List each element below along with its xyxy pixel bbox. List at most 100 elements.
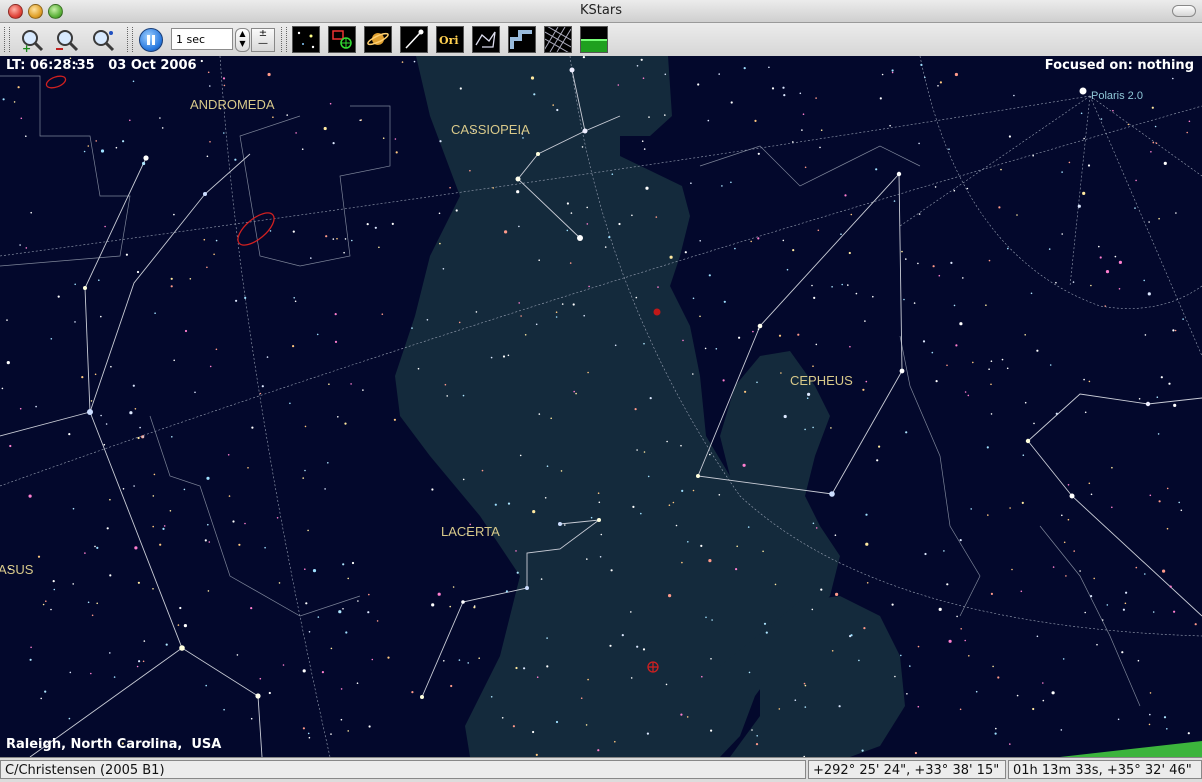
star [704, 347, 707, 350]
star[interactable] [536, 152, 540, 156]
star [799, 92, 802, 95]
star[interactable] [515, 176, 521, 182]
star [582, 56, 586, 59]
star [922, 340, 926, 343]
find-object-button[interactable] [88, 25, 118, 54]
time-step-field[interactable]: 1 sec [171, 28, 233, 50]
star[interactable] [597, 518, 601, 522]
polaris-star[interactable] [1079, 87, 1087, 95]
star [1068, 161, 1071, 164]
star [723, 300, 726, 303]
star [692, 297, 695, 300]
star [109, 574, 112, 577]
star [1155, 142, 1158, 144]
star [1009, 743, 1011, 745]
toggle-constellation-lines-button[interactable] [472, 26, 500, 53]
toolbar-grip[interactable] [4, 27, 10, 52]
star [560, 470, 563, 472]
star [768, 66, 770, 69]
star[interactable] [757, 323, 763, 329]
star[interactable] [87, 409, 93, 415]
star [765, 631, 768, 634]
star[interactable] [255, 693, 261, 699]
zoom-in-button[interactable]: + [17, 25, 47, 54]
star [1152, 141, 1155, 144]
sky-map[interactable]: ANDROMEDA CASSIOPEIA CEPHEUS LACERTA ASU… [0, 56, 1202, 757]
star[interactable] [179, 645, 185, 651]
toolbar-toggle-button[interactable] [1172, 5, 1196, 17]
star [640, 58, 643, 61]
star [1111, 466, 1113, 469]
star [50, 608, 52, 611]
toolbar-grip[interactable] [127, 27, 133, 52]
star [636, 65, 639, 67]
star [710, 729, 713, 732]
star [236, 654, 239, 656]
toggle-stars-button[interactable] [292, 26, 320, 53]
star[interactable] [558, 522, 562, 526]
galaxy-marker[interactable] [45, 74, 67, 90]
star [862, 388, 865, 391]
toggle-solar-system-button[interactable] [364, 26, 392, 53]
star [755, 743, 759, 746]
star[interactable] [1025, 438, 1031, 444]
planet-marker[interactable] [653, 308, 661, 316]
star [184, 329, 188, 333]
toggle-comets-button[interactable] [400, 26, 428, 53]
star[interactable] [577, 235, 583, 241]
star[interactable] [569, 67, 575, 73]
star[interactable] [899, 368, 905, 374]
star [68, 433, 71, 436]
toggle-constellation-boundaries-button[interactable] [508, 26, 536, 53]
star [30, 646, 32, 649]
star [459, 87, 462, 90]
star [1016, 694, 1019, 697]
star [177, 624, 180, 626]
star [1118, 288, 1121, 290]
andromeda-galaxy[interactable] [233, 207, 280, 251]
pause-clock-button[interactable] [139, 28, 163, 52]
star [891, 69, 894, 72]
comets-icon [405, 29, 424, 49]
toggle-deep-sky-button[interactable] [328, 26, 356, 53]
star[interactable] [896, 171, 902, 177]
star [1055, 281, 1057, 284]
star[interactable] [461, 600, 465, 604]
star [587, 678, 589, 681]
star [647, 475, 650, 478]
star [1174, 329, 1177, 332]
star [439, 140, 442, 143]
star [478, 657, 481, 659]
sky-map-canvas[interactable]: ANDROMEDA CASSIOPEIA CEPHEUS LACERTA ASU… [0, 56, 1202, 757]
star [1106, 604, 1109, 606]
star[interactable] [1069, 493, 1075, 499]
star [1013, 94, 1015, 97]
star [161, 127, 164, 129]
star[interactable] [829, 491, 835, 497]
star[interactable] [143, 155, 149, 161]
star [173, 213, 175, 216]
star [1084, 411, 1087, 414]
star [338, 610, 342, 614]
star[interactable] [83, 286, 87, 290]
star[interactable] [525, 586, 529, 590]
toggle-coordinate-grid-button[interactable] [542, 24, 572, 55]
star [42, 603, 45, 606]
toolbar-grip[interactable] [281, 27, 287, 52]
star[interactable] [203, 192, 207, 196]
label-lacerta: LACERTA [441, 524, 500, 539]
zoom-out-button[interactable] [52, 25, 82, 54]
toggle-horizon-button[interactable] [580, 26, 608, 53]
time-step-units-spinner[interactable]: ± — [251, 28, 275, 52]
toggle-constellation-names-button[interactable]: Ori [436, 26, 464, 53]
star [1105, 270, 1110, 274]
star[interactable] [582, 128, 588, 134]
star [1114, 255, 1117, 258]
label-pegasus: ASUS [0, 562, 34, 577]
star [204, 539, 207, 542]
star[interactable] [696, 474, 700, 478]
star[interactable] [1145, 401, 1151, 407]
star [705, 616, 707, 619]
star[interactable] [420, 695, 424, 699]
time-step-spinner[interactable]: ▲ ▼ [235, 28, 250, 52]
